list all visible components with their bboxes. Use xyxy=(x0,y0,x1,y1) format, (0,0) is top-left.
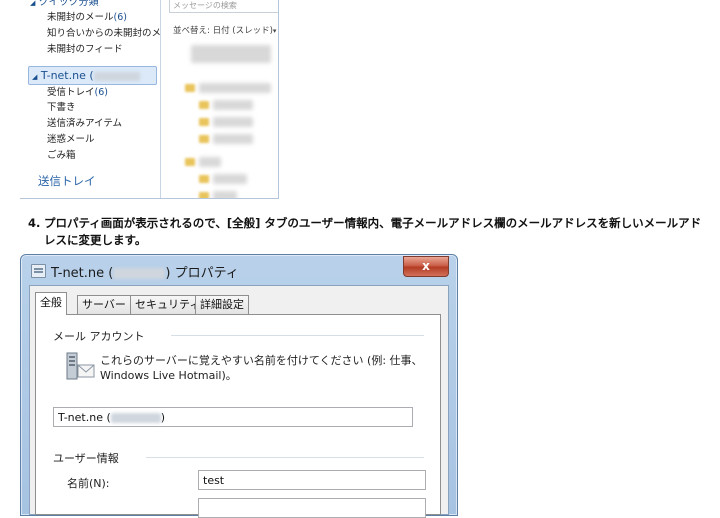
mail-server-icon xyxy=(66,352,95,380)
blurred-message-row[interactable] xyxy=(191,45,271,63)
blurred-message-row[interactable] xyxy=(199,157,221,167)
folder-icon xyxy=(199,118,209,126)
blurred-message-row[interactable] xyxy=(213,100,253,110)
sort-label: 並べ替え: 日付 (スレッド) xyxy=(173,26,273,36)
folder-item-trash[interactable]: ごみ箱 xyxy=(47,148,76,163)
folder-label: 迷惑メール xyxy=(47,134,95,145)
blurred-message-row[interactable] xyxy=(213,134,253,144)
blurred-message-row[interactable] xyxy=(213,174,247,184)
folder-label: 未開封のフィード xyxy=(47,44,123,55)
mail-client-screenshot: ◢ クイック分類 未開封のメール(6) 知り合いからの未開封のメ... 未開封の… xyxy=(20,0,279,199)
folder-label: 受信トレイ xyxy=(47,87,95,98)
folder-label: ごみ箱 xyxy=(47,150,76,161)
folder-item-inbox[interactable]: 受信トレイ(6) xyxy=(47,85,108,100)
mail-account-description: これらのサーバーに覚えやすい名前を付けてください (例: 仕事、 Windows… xyxy=(100,353,423,383)
folder-item-outbox[interactable]: 送信トレイ xyxy=(38,173,96,189)
group-divider xyxy=(146,457,424,458)
blurred-account-id xyxy=(93,71,140,81)
tab-servers[interactable]: サーバー xyxy=(77,295,131,314)
expand-triangle-icon: ◢ xyxy=(32,73,38,81)
folder-label: 知り合いからの未開封のメ... xyxy=(47,28,171,39)
step-number: 4. xyxy=(28,216,41,230)
account-name-suffix: ) xyxy=(160,411,166,424)
account-name-prefix: T-net.ne ( xyxy=(58,411,111,424)
close-button[interactable]: x xyxy=(403,256,449,277)
user-info-group-label: ユーザー情報 xyxy=(53,452,119,465)
dialog-title-prefix: T-net.ne ( xyxy=(51,266,114,281)
folder-icon xyxy=(199,101,209,109)
blurred-account-id xyxy=(110,413,161,423)
tab-label: サーバー xyxy=(82,298,126,311)
folder-label: 送信トレイ xyxy=(38,174,96,188)
dialog-client-area: 全般 サーバー セキュリティ 詳細設定 メール アカウント これらのサーバーに覚… xyxy=(29,285,449,518)
account-label: T-net.ne ( xyxy=(40,69,94,82)
sort-dropdown[interactable]: 並べ替え: 日付 (スレッド)▾ xyxy=(173,24,276,36)
unread-count: (6) xyxy=(94,87,108,98)
blurred-message-row[interactable] xyxy=(213,117,253,127)
tab-general[interactable]: 全般 xyxy=(35,292,67,315)
folder-item-unread-from-contacts[interactable]: 知り合いからの未開封のメ... xyxy=(47,26,170,41)
tab-advanced[interactable]: 詳細設定 xyxy=(195,295,249,314)
mail-account-group-label: メール アカウント xyxy=(53,330,145,343)
tab-label: 詳細設定 xyxy=(200,298,244,311)
tab-label: 全般 xyxy=(40,296,62,309)
unread-count: (6) xyxy=(113,12,127,23)
dialog-titlebar[interactable]: T-net.ne ( ) プロパティ x xyxy=(21,255,457,285)
tab-label: セキュリティ xyxy=(135,298,201,311)
folder-item-unread-mail[interactable]: 未開封のメール(6) xyxy=(47,10,127,25)
message-list-pane: メッセージの検索 並べ替え: 日付 (スレッド)▾ xyxy=(161,0,278,198)
folder-icon xyxy=(199,192,209,198)
dialog-title-suffix: ) プロパティ xyxy=(165,266,239,281)
quick-views-group[interactable]: ◢ クイック分類 xyxy=(30,0,99,10)
name-input-value: test xyxy=(203,474,225,487)
folder-item-drafts[interactable]: 下書き xyxy=(47,100,76,115)
description-line-1: これらのサーバーに覚えやすい名前を付けてください (例: 仕事、 xyxy=(100,354,423,367)
search-placeholder: メッセージの検索 xyxy=(173,1,237,10)
quick-views-label: クイック分類 xyxy=(38,0,99,8)
folder-item-junk[interactable]: 迷惑メール xyxy=(47,132,95,147)
folder-icon xyxy=(185,158,195,166)
folder-label: 下書き xyxy=(47,102,76,113)
blurred-message-row[interactable] xyxy=(199,83,271,93)
folder-icon xyxy=(185,84,195,92)
step-text: プロパティ画面が表示されるので、[全般] タブのユーザー情報内、電子メールアドレ… xyxy=(44,216,702,247)
email-address-input[interactable] xyxy=(198,498,426,518)
folder-item-sent[interactable]: 送信済みアイテム xyxy=(47,116,122,131)
account-name-input[interactable]: T-net.ne () xyxy=(53,407,413,427)
folder-label: 未開封のメール xyxy=(47,12,114,23)
folder-pane: ◢ クイック分類 未開封のメール(6) 知り合いからの未開封のメ... 未開封の… xyxy=(20,0,170,198)
message-search-input[interactable]: メッセージの検索 xyxy=(169,0,278,13)
dropdown-arrow-icon: ▾ xyxy=(272,27,277,35)
folder-icon xyxy=(199,175,209,183)
folder-label: 送信済みアイテム xyxy=(47,118,123,129)
dialog-title: T-net.ne ( ) プロパティ xyxy=(51,262,239,281)
properties-dialog: T-net.ne ( ) プロパティ x 全般 サーバー セキュリティ 詳細設定 … xyxy=(20,254,458,518)
folder-item-unread-feeds[interactable]: 未開封のフィード xyxy=(47,42,123,57)
expand-triangle-icon: ◢ xyxy=(30,0,36,7)
general-tab-panel: メール アカウント これらのサーバーに覚えやすい名前を付けてください (例: 仕… xyxy=(35,314,441,518)
group-divider xyxy=(171,335,424,336)
close-icon: x xyxy=(422,259,430,273)
blurred-account-id xyxy=(113,268,166,279)
account-item-selected[interactable]: ◢ T-net.ne ( xyxy=(28,66,157,85)
folder-icon xyxy=(199,135,209,143)
step-instruction: 4. プロパティ画面が表示されるので、[全般] タブのユーザー情報内、電子メール… xyxy=(28,215,708,249)
dialog-window-icon xyxy=(31,264,46,278)
name-input[interactable]: test xyxy=(198,470,426,490)
description-line-2: Windows Live Hotmail)。 xyxy=(100,369,237,382)
name-field-label: 名前(N): xyxy=(67,477,110,490)
blurred-message-row[interactable] xyxy=(213,191,237,198)
